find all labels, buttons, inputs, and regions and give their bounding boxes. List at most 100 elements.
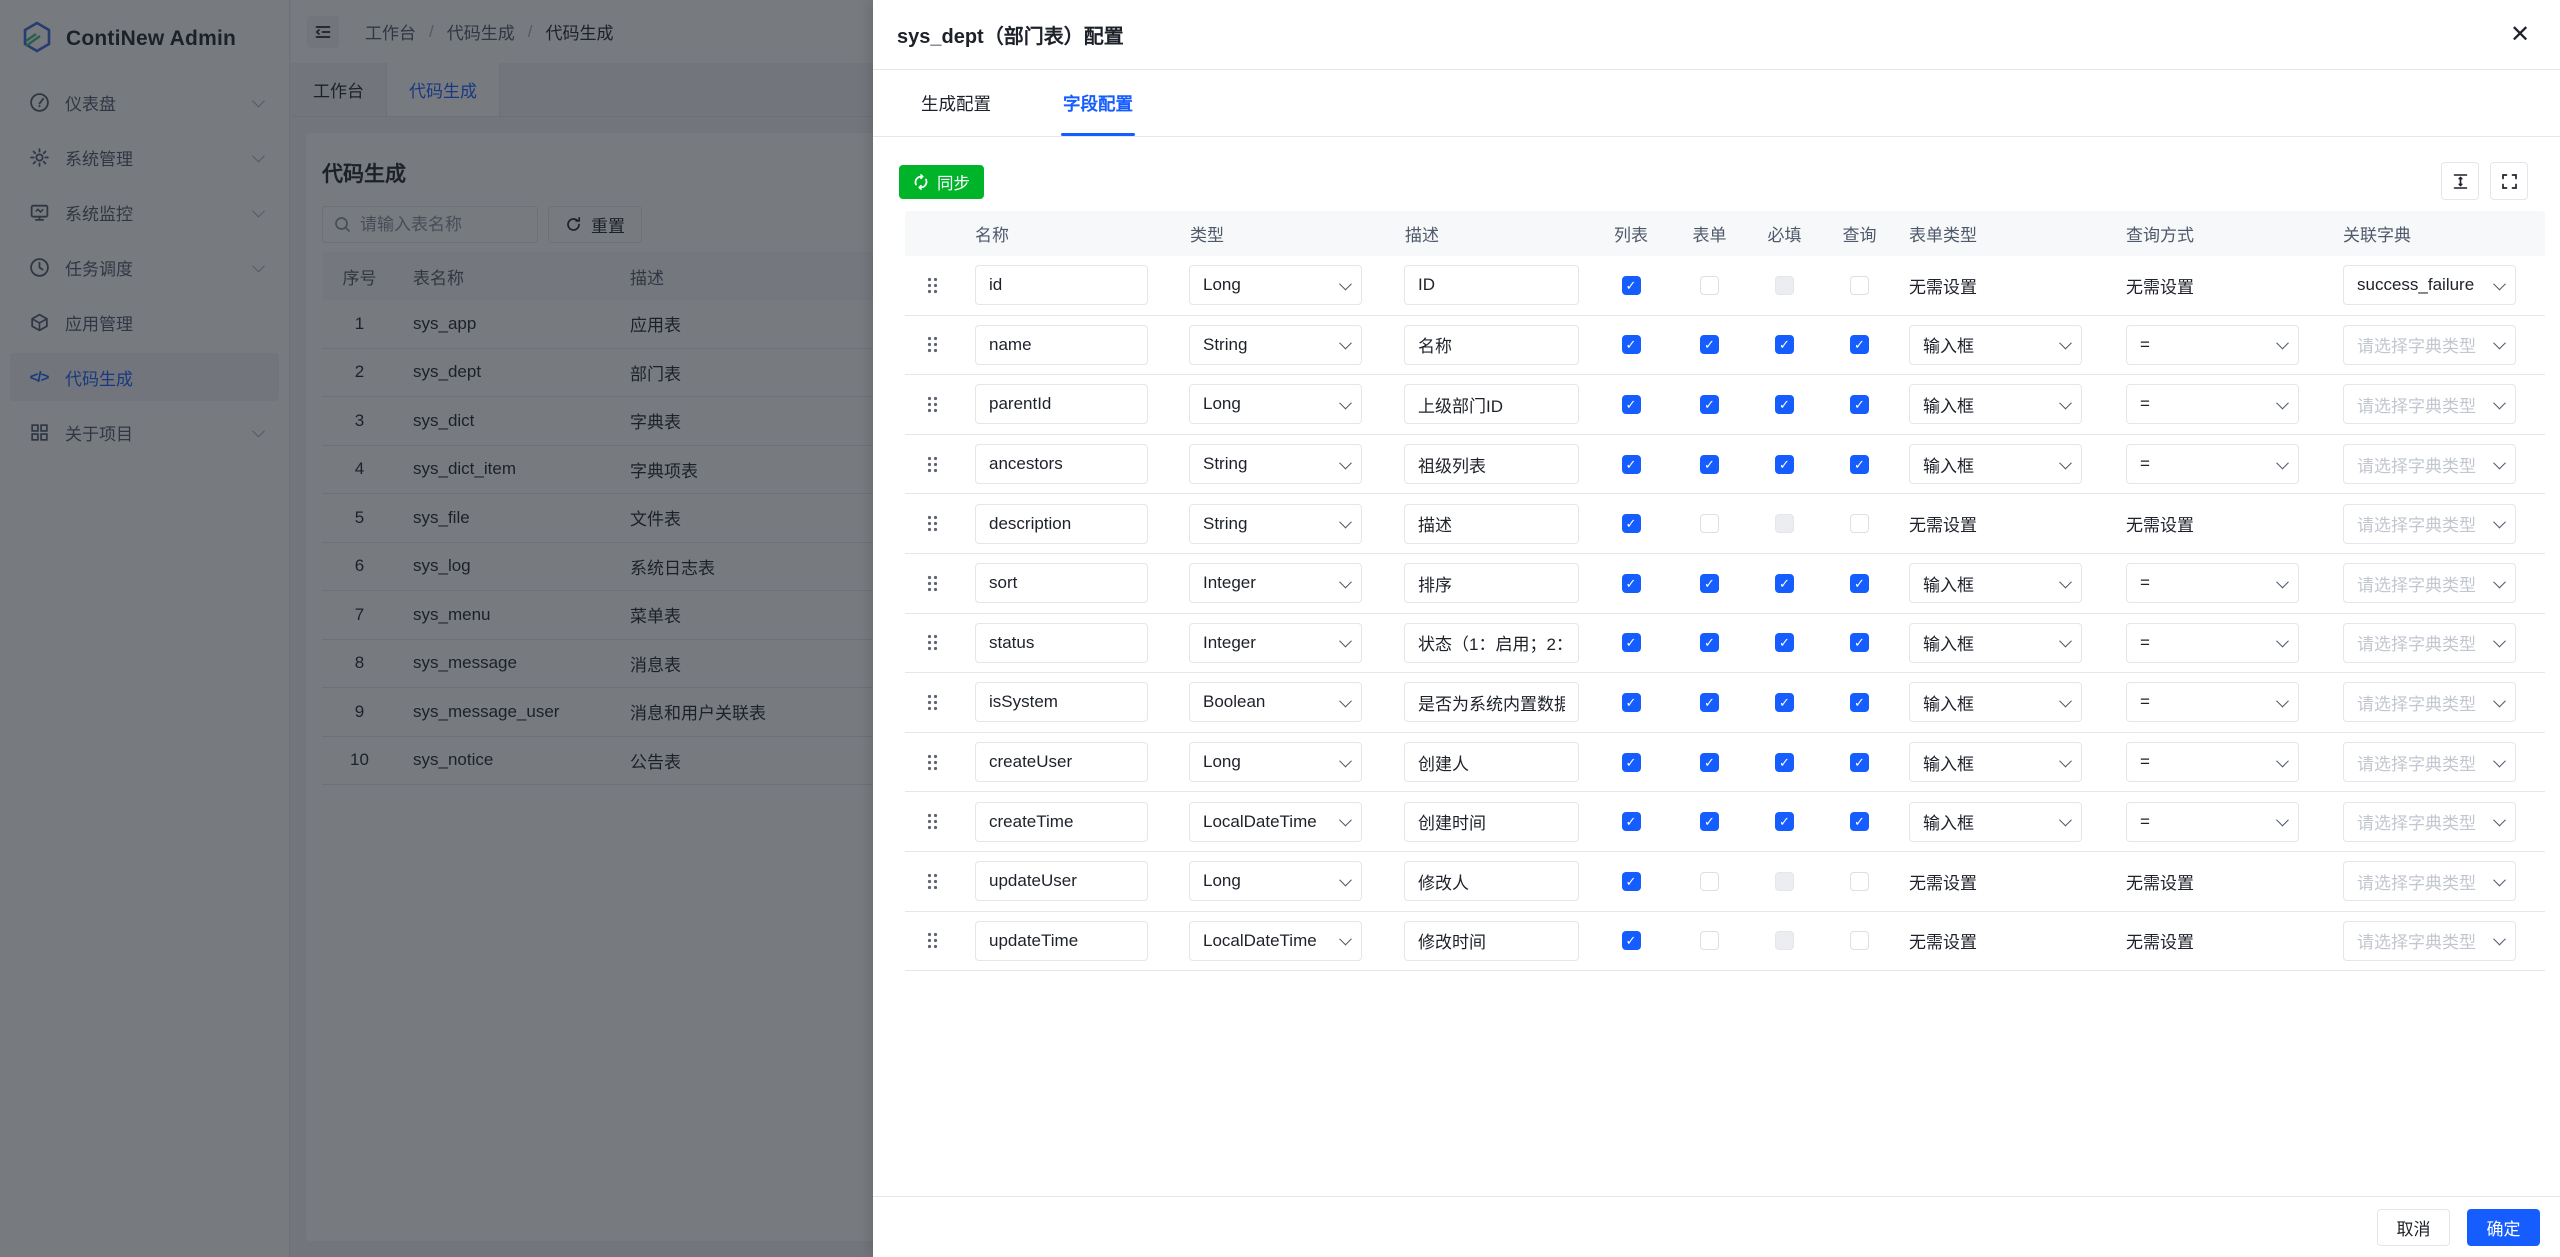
dict-select[interactable]: 请选择字典类型 xyxy=(2343,742,2516,783)
required-checkbox[interactable] xyxy=(1775,931,1794,951)
field-desc-input[interactable] xyxy=(1404,563,1579,604)
form-checkbox[interactable] xyxy=(1700,812,1719,832)
query-checkbox[interactable] xyxy=(1850,573,1869,593)
list-checkbox[interactable] xyxy=(1621,394,1641,414)
list-checkbox[interactable] xyxy=(1621,871,1641,891)
form-type-select[interactable]: 输入框 xyxy=(1909,801,2082,842)
field-name-input[interactable] xyxy=(975,682,1148,723)
cancel-button[interactable]: 取消 xyxy=(2377,1208,2450,1246)
dict-select[interactable]: 请选择字典类型 xyxy=(2343,324,2516,365)
confirm-button[interactable]: 确定 xyxy=(2467,1208,2540,1246)
drag-handle-icon[interactable] xyxy=(905,336,960,353)
query-checkbox[interactable] xyxy=(1850,514,1869,534)
form-type-select[interactable]: 输入框 xyxy=(1909,324,2082,365)
required-checkbox[interactable] xyxy=(1775,752,1794,772)
drag-handle-icon[interactable] xyxy=(905,932,960,949)
field-desc-input[interactable] xyxy=(1404,503,1579,544)
field-desc-input[interactable] xyxy=(1404,861,1579,902)
list-checkbox[interactable] xyxy=(1621,454,1641,474)
field-type-select[interactable]: Long xyxy=(1189,861,1362,902)
form-checkbox[interactable] xyxy=(1700,335,1719,355)
query-type-select[interactable]: = xyxy=(2126,444,2299,485)
required-checkbox[interactable] xyxy=(1775,514,1794,534)
query-type-select[interactable]: = xyxy=(2126,801,2299,842)
field-type-select[interactable]: Integer xyxy=(1189,622,1362,663)
field-name-input[interactable] xyxy=(975,384,1148,425)
dict-select[interactable]: 请选择字典类型 xyxy=(2343,384,2516,425)
form-checkbox[interactable] xyxy=(1700,275,1719,295)
field-desc-input[interactable] xyxy=(1404,801,1579,842)
form-type-select[interactable]: 输入框 xyxy=(1909,682,2082,723)
sync-button[interactable]: 同步 xyxy=(899,165,984,199)
list-checkbox[interactable] xyxy=(1621,752,1641,772)
tab-field-config[interactable]: 字段配置 xyxy=(1045,70,1151,136)
field-name-input[interactable] xyxy=(975,920,1148,961)
form-checkbox[interactable] xyxy=(1700,573,1719,593)
required-checkbox[interactable] xyxy=(1775,812,1794,832)
drag-handle-icon[interactable] xyxy=(905,396,960,413)
field-type-select[interactable]: String xyxy=(1189,503,1362,544)
field-type-select[interactable]: Boolean xyxy=(1189,682,1362,723)
field-type-select[interactable]: LocalDateTime xyxy=(1189,801,1362,842)
list-checkbox[interactable] xyxy=(1621,573,1641,593)
field-desc-input[interactable] xyxy=(1404,682,1579,723)
field-name-input[interactable] xyxy=(975,563,1148,604)
form-type-select[interactable]: 输入框 xyxy=(1909,742,2082,783)
dict-select[interactable]: success_failure xyxy=(2343,265,2516,306)
tab-generation-config[interactable]: 生成配置 xyxy=(903,70,1009,136)
list-checkbox[interactable] xyxy=(1621,812,1641,832)
dict-select[interactable]: 请选择字典类型 xyxy=(2343,563,2516,604)
drag-handle-icon[interactable] xyxy=(905,634,960,651)
required-checkbox[interactable] xyxy=(1775,633,1794,653)
required-checkbox[interactable] xyxy=(1775,335,1794,355)
dict-select[interactable]: 请选择字典类型 xyxy=(2343,920,2516,961)
field-name-input[interactable] xyxy=(975,861,1148,902)
form-checkbox[interactable] xyxy=(1700,871,1719,891)
form-checkbox[interactable] xyxy=(1700,514,1719,534)
field-desc-input[interactable] xyxy=(1404,920,1579,961)
field-name-input[interactable] xyxy=(975,801,1148,842)
field-desc-input[interactable] xyxy=(1404,444,1579,485)
form-type-select[interactable]: 输入框 xyxy=(1909,444,2082,485)
list-checkbox[interactable] xyxy=(1621,514,1641,534)
field-desc-input[interactable] xyxy=(1404,384,1579,425)
field-desc-input[interactable] xyxy=(1404,742,1579,783)
dict-select[interactable]: 请选择字典类型 xyxy=(2343,444,2516,485)
fullscreen-button[interactable] xyxy=(2490,162,2528,200)
field-desc-input[interactable] xyxy=(1404,265,1579,306)
field-name-input[interactable] xyxy=(975,622,1148,663)
query-checkbox[interactable] xyxy=(1850,931,1869,951)
field-type-select[interactable]: Integer xyxy=(1189,563,1362,604)
form-checkbox[interactable] xyxy=(1700,394,1719,414)
row-height-button[interactable] xyxy=(2441,162,2479,200)
query-type-select[interactable]: = xyxy=(2126,384,2299,425)
field-name-input[interactable] xyxy=(975,742,1148,783)
query-checkbox[interactable] xyxy=(1850,752,1869,772)
field-name-input[interactable] xyxy=(975,324,1148,365)
form-checkbox[interactable] xyxy=(1700,633,1719,653)
drag-handle-icon[interactable] xyxy=(905,873,960,890)
required-checkbox[interactable] xyxy=(1775,573,1794,593)
query-checkbox[interactable] xyxy=(1850,454,1869,474)
drag-handle-icon[interactable] xyxy=(905,575,960,592)
form-checkbox[interactable] xyxy=(1700,931,1719,951)
dict-select[interactable]: 请选择字典类型 xyxy=(2343,622,2516,663)
query-checkbox[interactable] xyxy=(1850,692,1869,712)
close-icon[interactable]: ✕ xyxy=(2504,19,2536,51)
dict-select[interactable]: 请选择字典类型 xyxy=(2343,503,2516,544)
required-checkbox[interactable] xyxy=(1775,871,1794,891)
query-type-select[interactable]: = xyxy=(2126,622,2299,663)
required-checkbox[interactable] xyxy=(1775,454,1794,474)
drag-handle-icon[interactable] xyxy=(905,277,960,294)
query-checkbox[interactable] xyxy=(1850,335,1869,355)
field-type-select[interactable]: String xyxy=(1189,444,1362,485)
field-type-select[interactable]: Long xyxy=(1189,265,1362,306)
field-type-select[interactable]: Long xyxy=(1189,742,1362,783)
form-type-select[interactable]: 输入框 xyxy=(1909,563,2082,604)
list-checkbox[interactable] xyxy=(1621,692,1641,712)
drag-handle-icon[interactable] xyxy=(905,694,960,711)
form-checkbox[interactable] xyxy=(1700,454,1719,474)
query-checkbox[interactable] xyxy=(1850,394,1869,414)
form-checkbox[interactable] xyxy=(1700,692,1719,712)
list-checkbox[interactable] xyxy=(1621,335,1641,355)
